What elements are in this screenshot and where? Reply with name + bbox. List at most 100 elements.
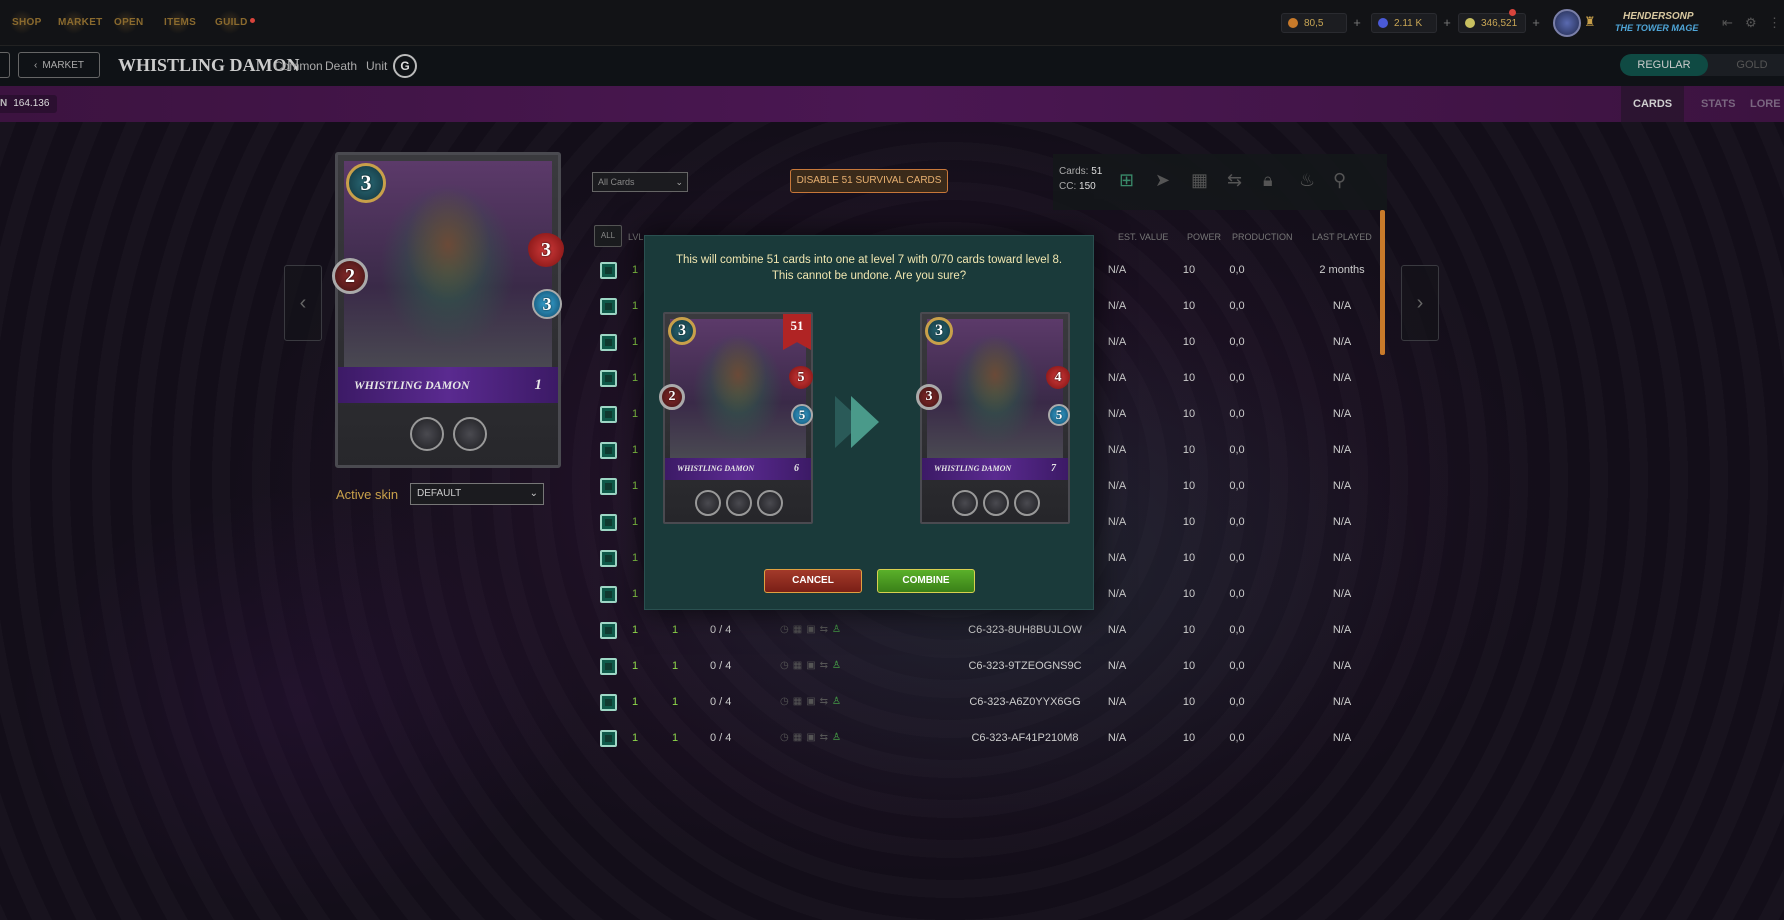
row-edition-level: 1 [632, 336, 639, 348]
row-est-value: N/A [1107, 516, 1127, 528]
disable-survival-cards-button[interactable]: DISABLE 51 SURVIVAL CARDS [790, 169, 948, 193]
market-back-button[interactable]: ‹ MARKET [18, 52, 100, 78]
nav-items[interactable]: ITEMS [164, 17, 196, 28]
ability-icon[interactable] [410, 417, 444, 451]
rent-icon[interactable]: ⚲ [1333, 170, 1346, 191]
row-edition-level: 1 [632, 696, 639, 708]
table-row[interactable]: 1 1 0 / 4 ◷▦▣⇆♙ C6-323-8UH8BUJLOW N/A 10 0,0 N/A [596, 616, 1386, 646]
row-checkbox[interactable] [600, 514, 617, 531]
select-all-button[interactable]: ALL [594, 225, 622, 247]
chevron-left-icon: ‹ [33, 59, 38, 71]
row-checkbox[interactable] [600, 442, 617, 459]
previous-card-button[interactable]: ‹ [284, 265, 322, 341]
tab-lore[interactable]: LORE [1738, 86, 1784, 122]
combine-icon[interactable]: ⊞ [1119, 170, 1134, 191]
logout-icon[interactable]: ⇤ [1722, 15, 1733, 31]
melee-attack-stat: 2 [659, 384, 685, 410]
sell-icon[interactable]: ▦ [1191, 170, 1208, 191]
send-icon[interactable]: ➤ [1155, 170, 1170, 191]
nav-market[interactable]: MARKET [58, 17, 103, 28]
nav-shop[interactable]: SHOP [12, 17, 42, 28]
row-power: 10 [1182, 408, 1196, 420]
nav-open[interactable]: OPEN [114, 17, 144, 28]
row-last-played: N/A [1332, 660, 1352, 672]
row-est-value: N/A [1107, 444, 1127, 456]
toggle-gold[interactable]: GOLD [1722, 54, 1782, 76]
back-button[interactable] [0, 52, 10, 78]
ability-icon[interactable] [453, 417, 487, 451]
row-production: 0,0 [1229, 480, 1245, 492]
ability-icon [983, 490, 1009, 516]
lock-icon[interactable]: 🔒︎ [1263, 170, 1273, 191]
market-icon: ▦ [792, 732, 807, 743]
row-edition-level: 1 [632, 624, 639, 636]
column-header-last-played[interactable]: LAST PLAYED [1312, 232, 1372, 242]
arrow-right-icon [851, 396, 879, 448]
active-skin-value: DEFAULT [417, 488, 462, 499]
row-production: 0,0 [1229, 408, 1245, 420]
table-row[interactable]: 1 1 0 / 4 ◷▦▣⇆♙ C6-323-A6Z0YYX6GG N/A 10 0,0 N/A [596, 688, 1386, 718]
health-stat: 3 [528, 233, 564, 267]
username[interactable]: HENDERSONP [1623, 11, 1694, 22]
row-power: 10 [1182, 372, 1196, 384]
combine-button[interactable]: COMBINE [877, 569, 975, 593]
row-checkbox[interactable] [600, 406, 617, 423]
combine-warning-line: This cannot be undone. Are you sure? [771, 270, 967, 282]
row-checkbox[interactable] [600, 370, 617, 387]
melee-attack-stat: 3 [916, 384, 942, 410]
cards-count-value: 51 [1091, 166, 1103, 177]
tab-cards[interactable]: CARDS [1621, 86, 1685, 122]
add-sps-button[interactable]: + [1529, 16, 1543, 30]
table-row[interactable]: 1 1 0 / 4 ◷▦▣⇆♙ C6-323-AF41P210M8 N/A 10 0,0 N/A [596, 724, 1386, 754]
row-production: 0,0 [1229, 372, 1245, 384]
row-est-value: N/A [1107, 408, 1127, 420]
row-checkbox[interactable] [600, 334, 617, 351]
avatar[interactable] [1553, 9, 1581, 37]
foil-toggle[interactable]: REGULAR GOLD [1620, 54, 1784, 76]
row-checkbox[interactable] [600, 694, 617, 711]
add-dec-button[interactable]: + [1350, 16, 1364, 30]
add-credits-button[interactable]: + [1440, 16, 1454, 30]
market-back-label: MARKET [42, 59, 84, 71]
row-checkbox[interactable] [600, 622, 617, 639]
transfer-icon[interactable]: ⇆ [1227, 170, 1242, 191]
element-label: Death [325, 59, 358, 73]
burn-icon[interactable]: ♨ [1299, 170, 1315, 191]
column-header-power[interactable]: POWER [1187, 232, 1221, 242]
card-level: 7 [1051, 463, 1056, 474]
burn-value-pill: N 164.136 [0, 95, 58, 113]
cancel-button[interactable]: CANCEL [764, 569, 862, 593]
column-header-production[interactable]: PRODUCTION [1232, 232, 1293, 242]
column-header-est-value[interactable]: EST. VALUE [1118, 232, 1168, 242]
page-title: WHISTLING DAMON [118, 55, 300, 75]
ability-icon [695, 490, 721, 516]
row-last-played: N/A [1332, 444, 1352, 456]
toggle-regular[interactable]: REGULAR [1620, 54, 1708, 76]
row-last-played: N/A [1332, 300, 1352, 312]
settings-gear-icon[interactable]: ⚙ [1745, 15, 1757, 31]
row-last-played: N/A [1332, 696, 1352, 708]
row-checkbox[interactable] [600, 730, 617, 747]
row-power: 10 [1182, 444, 1196, 456]
row-checkbox[interactable] [600, 298, 617, 315]
active-skin-select[interactable]: DEFAULT ⌄ [410, 483, 544, 505]
row-last-played: N/A [1332, 408, 1352, 420]
row-checkbox[interactable] [600, 262, 617, 279]
transfer-icon: ⇆ [819, 732, 833, 743]
row-edition-level: 1 [632, 264, 639, 276]
table-row[interactable]: 1 1 0 / 4 ◷▦▣⇆♙ C6-323-9TZEOGNS9C N/A 10 0,0 N/A [596, 652, 1386, 682]
row-production: 0,0 [1229, 336, 1245, 348]
transfer-icon: ⇆ [819, 624, 833, 635]
more-icon[interactable]: ⋮ [1768, 15, 1781, 31]
column-header-lvl[interactable]: LVL [628, 232, 643, 242]
row-checkbox[interactable] [600, 478, 617, 495]
nav-guild[interactable]: GUILD [215, 17, 255, 28]
card-filter-select[interactable]: All Cards ⌄ [592, 172, 688, 192]
row-power: 10 [1182, 264, 1196, 276]
next-card-button[interactable]: › [1401, 265, 1439, 341]
row-checkbox[interactable] [600, 658, 617, 675]
row-checkbox[interactable] [600, 586, 617, 603]
card-preview: 3 2 3 3 WHISTLING DAMON 1 [332, 152, 564, 468]
card-after-combine: 3 3 4 5 WHISTLING DAMON 7 [916, 312, 1070, 524]
row-checkbox[interactable] [600, 550, 617, 567]
